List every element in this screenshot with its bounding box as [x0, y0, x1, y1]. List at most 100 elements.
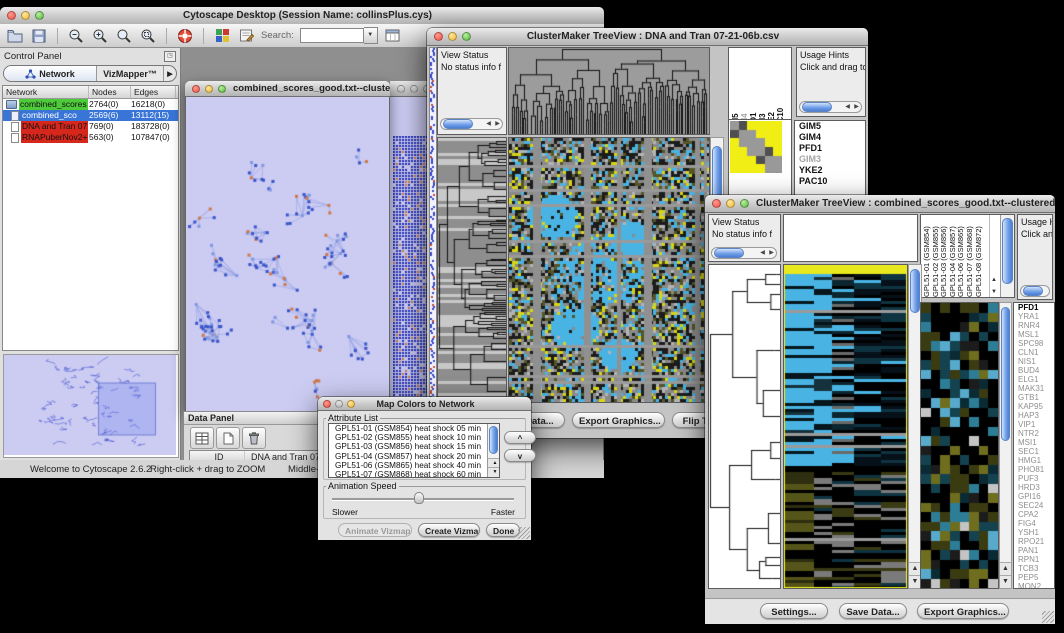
- attribute-item[interactable]: GPL51-07 (GSM868) heat shock 60 min: [332, 470, 490, 478]
- zoom-in-button[interactable]: [91, 27, 109, 45]
- close-button[interactable]: [7, 11, 16, 20]
- attribute-item[interactable]: GPL51-04 (GSM857) heat shock 20 min: [332, 452, 490, 461]
- gene-list-item[interactable]: GIM5: [797, 121, 865, 132]
- save-data-button[interactable]: Save Data...: [839, 603, 907, 619]
- zoom-button[interactable]: [218, 85, 226, 93]
- column-label[interactable]: GPL51-02 (GSM855): [931, 215, 940, 297]
- close-button[interactable]: [323, 400, 331, 408]
- gene-list-item[interactable]: PAN1: [1016, 546, 1054, 555]
- gene-list-item[interactable]: PFD1: [1016, 303, 1054, 312]
- gene-list-item[interactable]: CLN1: [1016, 348, 1054, 357]
- save-session-button[interactable]: [30, 27, 48, 45]
- gene-list-item[interactable]: BUD4: [1016, 366, 1054, 375]
- network-row[interactable]: combined_sco 2569(6) 13112(15): [3, 110, 178, 121]
- search-dropdown-button[interactable]: ▼: [364, 27, 378, 44]
- annotation-button[interactable]: [237, 27, 255, 45]
- column-label[interactable]: GPL51-01 (GSM854): [922, 215, 931, 297]
- zoom-selected-button[interactable]: [139, 27, 157, 45]
- dialog-titlebar[interactable]: Map Colors to Network: [318, 397, 531, 411]
- create-vizmap-button[interactable]: Create Vizmap: [418, 523, 480, 537]
- similarity-matrix-canvas[interactable]: [730, 121, 782, 173]
- scroll-thumb[interactable]: [910, 269, 920, 313]
- scroll-down-icon[interactable]: ▼: [488, 467, 499, 477]
- zoom-matrix-canvas[interactable]: [921, 303, 998, 588]
- search-input[interactable]: [300, 28, 364, 43]
- zoom-button[interactable]: [35, 11, 44, 20]
- network-view-titlebar[interactable]: combined_scores_good.txt--cluste...: [185, 81, 390, 97]
- close-button[interactable]: [192, 85, 200, 93]
- gene-list-item[interactable]: MSL1: [1016, 330, 1054, 339]
- usage-hints-hscrollbar[interactable]: [1020, 285, 1050, 297]
- float-panel-icon[interactable]: ◳: [164, 51, 176, 62]
- usage-hints-hscrollbar[interactable]: ◀ ▶: [799, 101, 862, 113]
- minimize-button[interactable]: [726, 199, 735, 208]
- gene-list-item[interactable]: GIM3: [797, 154, 865, 165]
- column-label[interactable]: GPL51-03 (GSM856): [939, 215, 948, 297]
- gene-list-item[interactable]: HRD3: [1016, 483, 1054, 492]
- attribute-item[interactable]: GPL51-03 (GSM856) heat shock 15 min: [332, 442, 490, 451]
- tab-vizmapper[interactable]: VizMapper™: [97, 66, 164, 81]
- scroll-right-icon[interactable]: ▶: [767, 249, 776, 258]
- delete-attribute-button[interactable]: [242, 427, 266, 449]
- gene-list-item[interactable]: NTR2: [1016, 429, 1054, 438]
- row-dendrogram-canvas[interactable]: [438, 138, 506, 402]
- scroll-thumb[interactable]: [1001, 307, 1010, 441]
- gene-list-item[interactable]: HMG1: [1016, 456, 1054, 465]
- minimize-button[interactable]: [21, 11, 30, 20]
- row-dendrogram-canvas[interactable]: [709, 265, 780, 588]
- gene-list-item[interactable]: GPI16: [1016, 492, 1054, 501]
- gene-list-item[interactable]: FIG4: [1016, 519, 1054, 528]
- attribute-browser-button[interactable]: [384, 27, 402, 45]
- gene-list-item[interactable]: TCB3: [1016, 564, 1054, 573]
- gene-list-item[interactable]: RPN1: [1016, 555, 1054, 564]
- heatmap-canvas[interactable]: [509, 138, 709, 402]
- create-attribute-button[interactable]: [216, 427, 240, 449]
- zoom-button[interactable]: [462, 32, 471, 41]
- gene-list-item[interactable]: PEP5: [1016, 573, 1054, 582]
- column-dendrogram-canvas[interactable]: [509, 48, 709, 134]
- col-nodes[interactable]: Nodes: [89, 86, 131, 98]
- minimize-button[interactable]: [335, 400, 343, 408]
- gene-list-item[interactable]: RPO21: [1016, 537, 1054, 546]
- dense-network-canvas[interactable]: [393, 136, 430, 398]
- zoom-out-button[interactable]: [67, 27, 85, 45]
- tab-network[interactable]: Network: [4, 66, 97, 81]
- minimize-button[interactable]: [205, 85, 213, 93]
- network-row[interactable]: DNA and Tran 07 769(0) 183728(0): [3, 121, 178, 132]
- gene-list-item[interactable]: CPA2: [1016, 510, 1054, 519]
- scroll-right-icon[interactable]: ▶: [852, 103, 861, 112]
- vizmapper-button[interactable]: [213, 27, 231, 45]
- gene-list-item[interactable]: SEC1: [1016, 447, 1054, 456]
- scroll-thumb[interactable]: [1002, 218, 1013, 284]
- gene-list-item[interactable]: YSH1: [1016, 528, 1054, 537]
- col-edges[interactable]: Edges: [131, 86, 176, 98]
- gene-list-item[interactable]: KAP95: [1016, 402, 1054, 411]
- gene-list-item[interactable]: NIS1: [1016, 357, 1054, 366]
- help-button[interactable]: [176, 27, 194, 45]
- gene-list-item[interactable]: ELG1: [1016, 375, 1054, 384]
- column-label[interactable]: GPL51-08 (GSM872): [974, 215, 983, 297]
- gene-list-item[interactable]: PAC10: [797, 176, 865, 187]
- gene-list-item[interactable]: VIP1: [1016, 420, 1054, 429]
- column-label[interactable]: GPL51-06 (GSM865): [956, 215, 965, 297]
- close-button[interactable]: [434, 32, 443, 41]
- network-overview-canvas[interactable]: [4, 355, 176, 455]
- network-row[interactable]: combined_scores 2764(0) 16218(0): [3, 99, 178, 110]
- zoom-matrix-vscrollbar[interactable]: ▲ ▼: [999, 302, 1012, 589]
- minimize-button[interactable]: [410, 85, 418, 93]
- column-label[interactable]: GPL51-07 (GSM868): [965, 215, 974, 297]
- gene-list-item[interactable]: PHO81: [1016, 465, 1054, 474]
- gene-list-item[interactable]: YKE2: [797, 165, 865, 176]
- resize-grip[interactable]: [518, 527, 530, 539]
- attribute-item[interactable]: GPL51-01 (GSM854) heat shock 05 min: [332, 424, 490, 433]
- close-button[interactable]: [712, 199, 721, 208]
- scroll-down-icon[interactable]: ▼: [1000, 575, 1011, 588]
- gene-list-item[interactable]: SEC24: [1016, 501, 1054, 510]
- minimize-button[interactable]: [448, 32, 457, 41]
- gene-list-item[interactable]: MAK31: [1016, 384, 1054, 393]
- gene-list-item[interactable]: YRA1: [1016, 312, 1054, 321]
- animate-vizmap-button[interactable]: Animate Vizmap: [338, 523, 412, 537]
- move-attribute-down-button[interactable]: v: [504, 449, 536, 462]
- spin-down-icon[interactable]: ▼: [991, 289, 997, 295]
- col-id[interactable]: ID: [190, 451, 245, 460]
